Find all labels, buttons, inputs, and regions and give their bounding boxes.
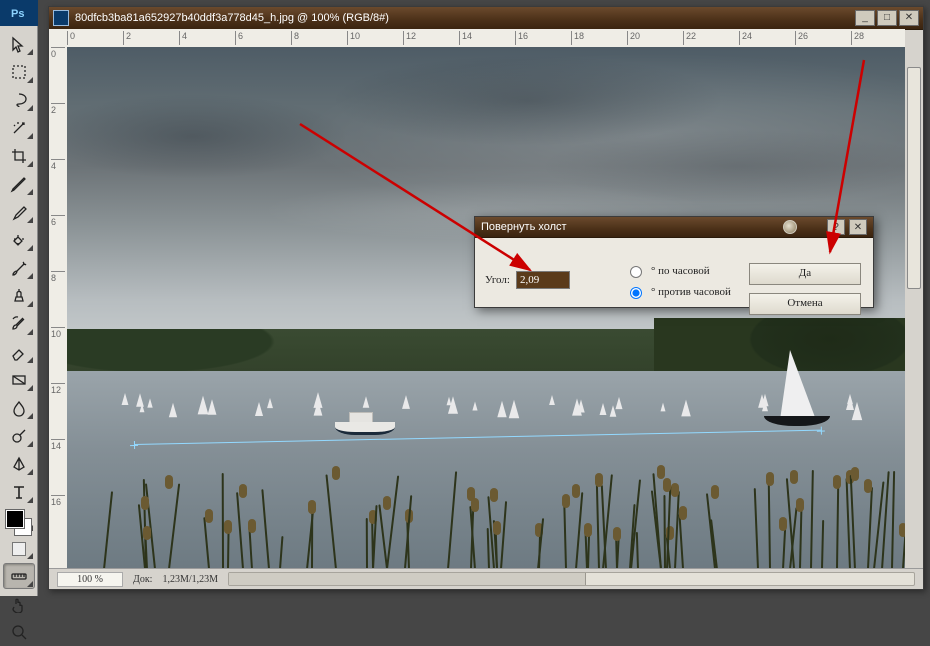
ruler-origin[interactable] (49, 29, 68, 48)
scrollbar-thumb[interactable] (229, 573, 586, 585)
dialog-titlebar[interactable]: Повернуть холст ? ✕ (475, 217, 873, 238)
ruler-tick: 14 (459, 31, 472, 45)
document-titlebar[interactable]: 80dfcb3ba81a652927b40ddf3a778d45_h.jpg @… (49, 7, 923, 30)
ok-button[interactable]: Да (749, 263, 861, 285)
ruler-tick: 6 (235, 31, 243, 45)
cancel-button[interactable]: Отмена (749, 293, 861, 315)
rotate-canvas-dialog: Повернуть холст ? ✕ Угол: ° по часовой °… (474, 216, 874, 308)
marquee-tool[interactable] (3, 59, 35, 85)
ruler-tick: 14 (51, 439, 65, 469)
history-brush-tool[interactable] (3, 311, 35, 337)
dialog-close-button[interactable]: ✕ (849, 219, 867, 235)
ruler-tick: 2 (51, 103, 65, 133)
docsize-value: 1,23M/1,23M (162, 574, 218, 585)
minimize-button[interactable]: _ (855, 10, 875, 26)
quickmask-toggle[interactable] (12, 542, 26, 556)
zoom-tool[interactable] (3, 619, 35, 645)
angle-label: Угол: (485, 274, 510, 286)
ruler-vertical[interactable]: 0 2 4 6 8 10 12 14 16 (49, 47, 68, 569)
cw-radio-row[interactable]: ° по часовой (625, 263, 731, 278)
document-icon (53, 10, 69, 26)
ruler-tick: 2 (123, 31, 131, 45)
ruler-tick: 20 (627, 31, 640, 45)
svg-text:Ps: Ps (11, 8, 24, 20)
clone-stamp-tool[interactable] (3, 283, 35, 309)
ruler-tick: 16 (515, 31, 528, 45)
ruler-tick: 0 (51, 47, 65, 77)
app-logo: Ps (0, 0, 38, 26)
ruler-tick: 28 (851, 31, 864, 45)
magic-wand-tool[interactable] (3, 115, 35, 141)
eraser-tool[interactable] (3, 339, 35, 365)
gradient-tool[interactable] (3, 367, 35, 393)
toolbox-footer (0, 504, 38, 556)
document-title: 80dfcb3ba81a652927b40ddf3a778d45_h.jpg @… (75, 12, 849, 24)
ruler-tick: 18 (571, 31, 584, 45)
hand-tool[interactable] (3, 591, 35, 617)
ruler-tick: 10 (347, 31, 360, 45)
maximize-button[interactable]: □ (877, 10, 897, 26)
ruler-tick: 0 (67, 31, 75, 45)
status-bar: 100 % Док: 1,23M/1,23M (49, 568, 923, 589)
cw-radio[interactable] (630, 266, 642, 278)
blur-tool[interactable] (3, 395, 35, 421)
ccw-label: ° против часовой (651, 286, 731, 298)
ruler-tick: 6 (51, 215, 65, 245)
pen-tool[interactable] (3, 451, 35, 477)
ccw-radio[interactable] (630, 287, 642, 299)
lasso-tool[interactable] (3, 87, 35, 113)
dialog-title: Повернуть холст (481, 221, 783, 233)
scrollbar-thumb[interactable] (907, 67, 921, 289)
ruler-tick: 26 (795, 31, 808, 45)
brush-tool[interactable] (3, 255, 35, 281)
close-button[interactable]: ✕ (899, 10, 919, 26)
angle-input[interactable] (516, 271, 570, 289)
dialog-help-button[interactable]: ? (827, 219, 845, 235)
ccw-radio-row[interactable]: ° против часовой (625, 284, 731, 299)
horizontal-scrollbar[interactable] (228, 572, 915, 586)
color-swatches[interactable] (6, 510, 32, 536)
ruler-tick: 4 (51, 159, 65, 189)
slice-tool[interactable] (3, 171, 35, 197)
foreground-color-swatch[interactable] (6, 510, 24, 528)
ruler-tick: 8 (291, 31, 299, 45)
ruler-tick: 24 (739, 31, 752, 45)
dialog-collapse-icon[interactable] (783, 220, 797, 234)
type-tool[interactable] (3, 479, 35, 505)
docsize-label: Док: (133, 574, 152, 585)
healing-brush-tool[interactable] (3, 227, 35, 253)
cw-label: ° по часовой (651, 265, 710, 277)
ruler-tick: 12 (403, 31, 416, 45)
crop-tool[interactable] (3, 143, 35, 169)
zoom-level-field[interactable]: 100 % (57, 572, 123, 587)
ruler-tick: 16 (51, 495, 65, 525)
measure-tool[interactable] (3, 563, 35, 589)
toolbox-panel: Ps (0, 0, 38, 596)
dodge-tool[interactable] (3, 423, 35, 449)
ruler-tick: 12 (51, 383, 65, 413)
vertical-scrollbar[interactable] (904, 47, 923, 569)
ruler-tick: 8 (51, 271, 65, 301)
ruler-tick: 22 (683, 31, 696, 45)
eyedropper-tool[interactable] (3, 199, 35, 225)
ruler-tick: 10 (51, 327, 65, 357)
move-tool[interactable] (3, 31, 35, 57)
ruler-tick: 4 (179, 31, 187, 45)
ruler-horizontal[interactable]: 0246810121416182022242628 (67, 29, 905, 48)
